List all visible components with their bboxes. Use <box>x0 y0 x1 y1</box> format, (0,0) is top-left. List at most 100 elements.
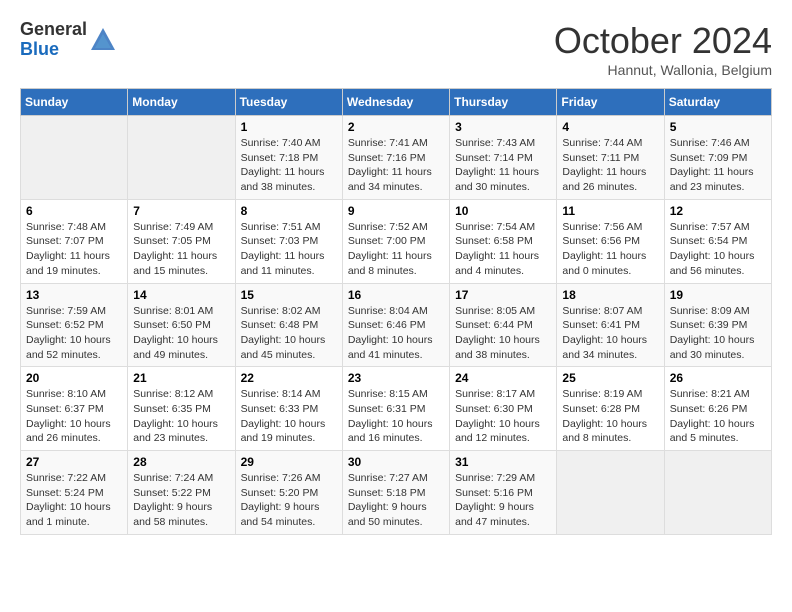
day-detail: Sunrise: 7:52 AMSunset: 7:00 PMDaylight:… <box>348 220 444 279</box>
day-number: 26 <box>670 371 766 385</box>
calendar-cell: 27 Sunrise: 7:22 AMSunset: 5:24 PMDayligh… <box>21 451 128 535</box>
day-detail: Sunrise: 7:59 AMSunset: 6:52 PMDaylight:… <box>26 304 122 363</box>
calendar-cell: 15 Sunrise: 8:02 AMSunset: 6:48 PMDayligh… <box>235 283 342 367</box>
day-number: 16 <box>348 288 444 302</box>
calendar-cell: 12 Sunrise: 7:57 AMSunset: 6:54 PMDayligh… <box>664 199 771 283</box>
calendar-cell <box>21 116 128 200</box>
title-section: October 2024 Hannut, Wallonia, Belgium <box>554 20 772 78</box>
calendar-cell: 6Sunrise: 7:48 AMSunset: 7:07 PMDaylight… <box>21 199 128 283</box>
calendar-cell: 22 Sunrise: 8:14 AMSunset: 6:33 PMDayligh… <box>235 367 342 451</box>
day-number: 5 <box>670 120 766 134</box>
day-detail: Sunrise: 8:21 AMSunset: 6:26 PMDaylight:… <box>670 387 766 446</box>
day-detail: Sunrise: 8:05 AMSunset: 6:44 PMDaylight:… <box>455 304 551 363</box>
day-detail: Sunrise: 8:15 AMSunset: 6:31 PMDaylight:… <box>348 387 444 446</box>
day-detail: Sunrise: 7:22 AMSunset: 5:24 PMDaylight:… <box>26 471 122 530</box>
day-number: 20 <box>26 371 122 385</box>
day-number: 30 <box>348 455 444 469</box>
calendar-cell: 14 Sunrise: 8:01 AMSunset: 6:50 PMDayligh… <box>128 283 235 367</box>
day-detail: Sunrise: 8:12 AMSunset: 6:35 PMDaylight:… <box>133 387 229 446</box>
month-title: October 2024 <box>554 20 772 62</box>
calendar-cell: 8Sunrise: 7:51 AMSunset: 7:03 PMDaylight… <box>235 199 342 283</box>
day-detail: Sunrise: 8:09 AMSunset: 6:39 PMDaylight:… <box>670 304 766 363</box>
day-number: 18 <box>562 288 658 302</box>
day-detail: Sunrise: 7:54 AMSunset: 6:58 PMDaylight:… <box>455 220 551 279</box>
day-number: 17 <box>455 288 551 302</box>
day-number: 8 <box>241 204 337 218</box>
calendar-cell <box>128 116 235 200</box>
day-number: 12 <box>670 204 766 218</box>
day-detail: Sunrise: 8:07 AMSunset: 6:41 PMDaylight:… <box>562 304 658 363</box>
calendar-cell: 11 Sunrise: 7:56 AMSunset: 6:56 PMDayligh… <box>557 199 664 283</box>
day-detail: Sunrise: 7:43 AMSunset: 7:14 PMDaylight:… <box>455 136 551 195</box>
day-number: 27 <box>26 455 122 469</box>
calendar-cell <box>557 451 664 535</box>
day-number: 10 <box>455 204 551 218</box>
calendar-cell: 28Sunrise: 7:24 AMSunset: 5:22 PMDayligh… <box>128 451 235 535</box>
calendar-cell: 24Sunrise: 8:17 AMSunset: 6:30 PMDayligh… <box>450 367 557 451</box>
day-number: 19 <box>670 288 766 302</box>
day-detail: Sunrise: 7:57 AMSunset: 6:54 PMDaylight:… <box>670 220 766 279</box>
logo-general-text: General <box>20 20 87 40</box>
calendar-cell: 18 Sunrise: 8:07 AMSunset: 6:41 PMDayligh… <box>557 283 664 367</box>
day-detail: Sunrise: 8:10 AMSunset: 6:37 PMDaylight:… <box>26 387 122 446</box>
calendar-cell: 19 Sunrise: 8:09 AMSunset: 6:39 PMDayligh… <box>664 283 771 367</box>
calendar-cell <box>664 451 771 535</box>
calendar-cell: 5 Sunrise: 7:46 AMSunset: 7:09 PMDaylight… <box>664 116 771 200</box>
location-subtitle: Hannut, Wallonia, Belgium <box>554 62 772 78</box>
day-number: 6 <box>26 204 122 218</box>
day-detail: Sunrise: 8:01 AMSunset: 6:50 PMDaylight:… <box>133 304 229 363</box>
day-detail: Sunrise: 8:02 AMSunset: 6:48 PMDaylight:… <box>241 304 337 363</box>
day-detail: Sunrise: 7:46 AMSunset: 7:09 PMDaylight:… <box>670 136 766 195</box>
day-detail: Sunrise: 7:24 AMSunset: 5:22 PMDaylight:… <box>133 471 229 530</box>
calendar-cell: 2 Sunrise: 7:41 AMSunset: 7:16 PMDaylight… <box>342 116 449 200</box>
day-number: 2 <box>348 120 444 134</box>
day-number: 31 <box>455 455 551 469</box>
day-detail: Sunrise: 7:41 AMSunset: 7:16 PMDaylight:… <box>348 136 444 195</box>
calendar-cell: 21 Sunrise: 8:12 AMSunset: 6:35 PMDayligh… <box>128 367 235 451</box>
calendar-week-row: 13 Sunrise: 7:59 AMSunset: 6:52 PMDayligh… <box>21 283 772 367</box>
calendar-cell: 4 Sunrise: 7:44 AMSunset: 7:11 PMDaylight… <box>557 116 664 200</box>
logo-blue-text: Blue <box>20 40 87 60</box>
day-number: 13 <box>26 288 122 302</box>
calendar-cell: 16Sunrise: 8:04 AMSunset: 6:46 PMDayligh… <box>342 283 449 367</box>
day-number: 21 <box>133 371 229 385</box>
column-header-tuesday: Tuesday <box>235 89 342 116</box>
day-detail: Sunrise: 7:40 AMSunset: 7:18 PMDaylight:… <box>241 136 337 195</box>
column-header-saturday: Saturday <box>664 89 771 116</box>
day-number: 24 <box>455 371 551 385</box>
day-detail: Sunrise: 7:56 AMSunset: 6:56 PMDaylight:… <box>562 220 658 279</box>
column-header-sunday: Sunday <box>21 89 128 116</box>
day-number: 7 <box>133 204 229 218</box>
calendar-cell: 9 Sunrise: 7:52 AMSunset: 7:00 PMDaylight… <box>342 199 449 283</box>
day-detail: Sunrise: 7:29 AMSunset: 5:16 PMDaylight:… <box>455 471 551 530</box>
day-number: 15 <box>241 288 337 302</box>
day-number: 11 <box>562 204 658 218</box>
day-number: 14 <box>133 288 229 302</box>
calendar-week-row: 6Sunrise: 7:48 AMSunset: 7:07 PMDaylight… <box>21 199 772 283</box>
calendar-cell: 25 Sunrise: 8:19 AMSunset: 6:28 PMDayligh… <box>557 367 664 451</box>
day-number: 1 <box>241 120 337 134</box>
logo: General Blue <box>20 20 117 60</box>
day-number: 3 <box>455 120 551 134</box>
day-number: 4 <box>562 120 658 134</box>
page-header: General Blue October 2024 Hannut, Wallon… <box>20 20 772 78</box>
day-number: 9 <box>348 204 444 218</box>
day-detail: Sunrise: 7:44 AMSunset: 7:11 PMDaylight:… <box>562 136 658 195</box>
column-header-thursday: Thursday <box>450 89 557 116</box>
calendar-cell: 1 Sunrise: 7:40 AMSunset: 7:18 PMDaylight… <box>235 116 342 200</box>
calendar-cell: 29Sunrise: 7:26 AMSunset: 5:20 PMDayligh… <box>235 451 342 535</box>
calendar-cell: 31 Sunrise: 7:29 AMSunset: 5:16 PMDayligh… <box>450 451 557 535</box>
calendar-cell: 17 Sunrise: 8:05 AMSunset: 6:44 PMDayligh… <box>450 283 557 367</box>
day-detail: Sunrise: 7:49 AMSunset: 7:05 PMDaylight:… <box>133 220 229 279</box>
column-header-monday: Monday <box>128 89 235 116</box>
day-number: 25 <box>562 371 658 385</box>
day-number: 22 <box>241 371 337 385</box>
day-detail: Sunrise: 8:19 AMSunset: 6:28 PMDaylight:… <box>562 387 658 446</box>
calendar-header-row: SundayMondayTuesdayWednesdayThursdayFrid… <box>21 89 772 116</box>
day-number: 29 <box>241 455 337 469</box>
calendar-cell: 20 Sunrise: 8:10 AMSunset: 6:37 PMDayligh… <box>21 367 128 451</box>
logo-icon <box>89 26 117 54</box>
calendar-cell: 13 Sunrise: 7:59 AMSunset: 6:52 PMDayligh… <box>21 283 128 367</box>
day-detail: Sunrise: 8:14 AMSunset: 6:33 PMDaylight:… <box>241 387 337 446</box>
calendar-table: SundayMondayTuesdayWednesdayThursdayFrid… <box>20 88 772 535</box>
